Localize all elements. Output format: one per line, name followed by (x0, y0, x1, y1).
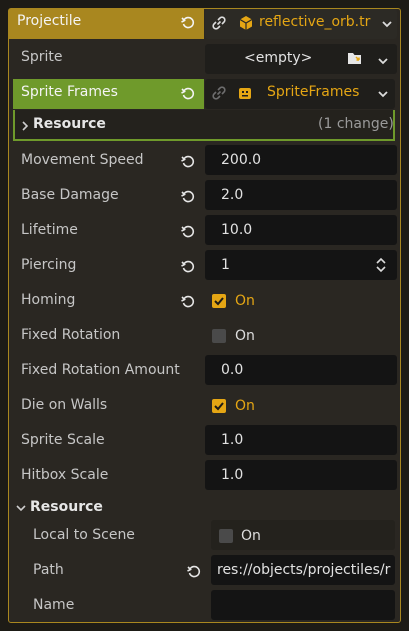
local-to-scene-field (211, 520, 395, 550)
revert-icon[interactable] (181, 225, 195, 239)
piercing-value: 1 (221, 257, 230, 273)
revert-icon[interactable] (181, 16, 195, 30)
resource-sub-title: Resource (33, 116, 106, 132)
sprite-scale-label: Sprite Scale (21, 432, 105, 448)
chevron-down-icon[interactable] (381, 19, 393, 29)
revert-icon[interactable] (187, 565, 201, 579)
sprite-label: Sprite (21, 49, 63, 65)
name-input[interactable] (211, 590, 395, 620)
chevron-down-icon[interactable] (15, 503, 27, 513)
homing-checkbox[interactable] (212, 294, 226, 308)
folder-load-icon[interactable] (347, 51, 363, 65)
fixed-rotation-amount-label: Fixed Rotation Amount (21, 362, 180, 378)
local-to-scene-value: On (241, 528, 261, 544)
local-to-scene-label: Local to Scene (33, 527, 135, 543)
local-to-scene-checkbox[interactable] (219, 529, 233, 543)
movement-speed-value: 200.0 (221, 152, 262, 168)
sprite-value: <empty> (244, 50, 313, 66)
sprite-frames-icon (239, 88, 251, 99)
chevron-down-icon[interactable] (377, 89, 389, 99)
homing-label: Homing (21, 292, 76, 308)
chevron-right-icon[interactable] (20, 120, 30, 132)
fixed-rotation-label: Fixed Rotation (21, 327, 121, 343)
homing-value: On (235, 293, 255, 309)
fixed-rotation-value: On (235, 328, 255, 344)
revert-icon[interactable] (181, 295, 195, 309)
fixed-rotation-checkbox[interactable] (212, 329, 226, 343)
sprite-frames-label: Sprite Frames (21, 84, 118, 100)
base-damage-label: Base Damage (21, 187, 119, 203)
sprite-frames-value: SpriteFrames (267, 84, 360, 100)
link-icon (212, 16, 226, 30)
piercing-label: Piercing (21, 257, 77, 273)
page-title: Projectile (17, 13, 82, 29)
chevron-down-icon[interactable] (377, 56, 389, 66)
die-on-walls-value: On (235, 398, 255, 414)
checkmark-icon (214, 402, 224, 411)
lifetime-value: 10.0 (221, 222, 253, 238)
fixed-rotation-amount-value: 0.0 (221, 362, 244, 378)
change-count: (1 change) (318, 116, 394, 132)
revert-icon[interactable] (181, 87, 195, 101)
lifetime-label: Lifetime (21, 222, 78, 238)
name-label: Name (33, 597, 75, 613)
sprite-scale-value: 1.0 (221, 432, 244, 448)
hitbox-scale-label: Hitbox Scale (21, 467, 109, 483)
revert-icon[interactable] (181, 190, 195, 204)
checkmark-icon (214, 297, 224, 306)
path-value: res://objects/projectiles/r (217, 562, 391, 578)
spin-arrows-icon[interactable] (375, 257, 387, 273)
cube-icon (239, 16, 253, 30)
hitbox-scale-value: 1.0 (221, 467, 244, 483)
die-on-walls-label: Die on Walls (21, 397, 108, 413)
revert-icon[interactable] (181, 260, 195, 274)
link-icon (212, 86, 226, 100)
revert-icon[interactable] (181, 155, 195, 169)
piercing-spinbox[interactable] (205, 250, 397, 280)
path-label: Path (33, 562, 64, 578)
die-on-walls-checkbox[interactable] (212, 399, 226, 413)
resource-section-title: Resource (30, 499, 103, 515)
base-damage-value: 2.0 (221, 187, 244, 203)
movement-speed-label: Movement Speed (21, 152, 144, 168)
resource-name: reflective_orb.tr (259, 14, 371, 30)
